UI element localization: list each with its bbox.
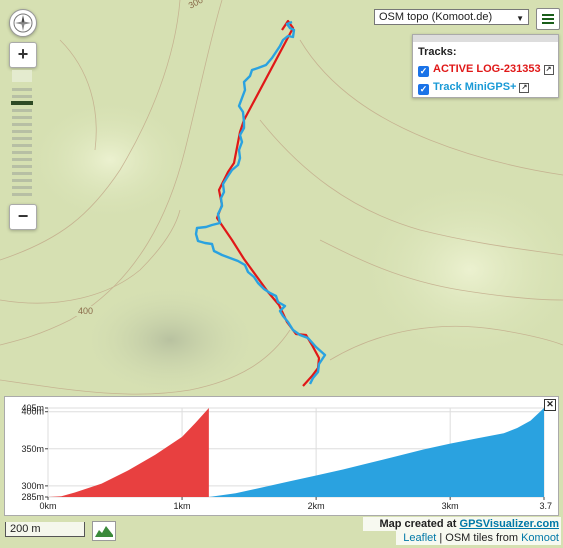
scale-bar: 200 m <box>5 522 85 537</box>
leaflet-link[interactable]: Leaflet <box>403 532 436 544</box>
track-item-active-log[interactable]: ✓ ACTIVE LOG-231353 ↗ <box>418 63 554 77</box>
checkbox-icon[interactable]: ✓ <box>418 84 429 95</box>
track-name: Track MiniGPS+ <box>433 81 517 93</box>
chevron-down-icon: ▼ <box>516 14 524 23</box>
close-icon[interactable]: ✕ <box>544 399 556 411</box>
elevation-profile-panel: 405m 400m 350m 300m 285m 0km 1km 2km 3km 3.7 ✕ <box>4 396 559 516</box>
zoom-level-indicator[interactable] <box>11 101 33 105</box>
external-link-icon[interactable]: ↗ <box>543 65 554 75</box>
tracks-legend: Tracks: ✓ ACTIVE LOG-231353 ↗ ✓ Track MiniG… <box>412 34 559 98</box>
external-link-icon[interactable]: ↗ <box>519 83 530 93</box>
x-tick-label: 3.7 <box>539 501 552 511</box>
y-tick-label: 400m <box>21 407 44 417</box>
menu-icon-bar <box>542 22 554 24</box>
zoom-in-button[interactable]: + <box>9 42 37 68</box>
profile-toggle-button[interactable] <box>92 521 116 541</box>
x-tick-label: 1km <box>174 501 191 511</box>
map-attribution: Leaflet | OSM tiles from Komoot <box>396 531 561 545</box>
x-tick-label: 2km <box>308 501 325 511</box>
basemap-select[interactable]: OSM topo (Komoot.de) ▼ <box>374 9 529 25</box>
svg-text:400: 400 <box>78 306 93 316</box>
gpsvisualizer-link[interactable]: GPSVisualizer.com <box>460 518 559 530</box>
compass-button[interactable] <box>9 9 37 37</box>
elevation-chart: 405m400m350m300m285m 0km 1km 2km 3km 3.7 <box>21 403 552 511</box>
komoot-link[interactable]: Komoot <box>521 532 559 544</box>
checkbox-icon[interactable]: ✓ <box>418 66 429 77</box>
menu-button[interactable] <box>536 8 560 30</box>
basemap-selected-value: OSM topo (Komoot.de) <box>379 11 493 23</box>
credit-text: Map created at <box>379 518 460 530</box>
zoom-out-button[interactable]: − <box>9 204 37 230</box>
compass-icon <box>13 13 33 33</box>
legend-drag-handle[interactable] <box>413 35 558 42</box>
track-item-minigps[interactable]: ✓ Track MiniGPS+ ↗ <box>418 81 530 95</box>
y-tick-label: 350m <box>21 444 44 454</box>
y-tick-label: 300m <box>21 481 44 491</box>
x-tick-label: 0km <box>39 501 56 511</box>
track-name: ACTIVE LOG-231353 <box>433 63 541 75</box>
map-credit: Map created at GPSVisualizer.com <box>363 517 561 531</box>
menu-icon-bar <box>542 18 554 20</box>
x-tick-label: 3km <box>442 501 459 511</box>
attribution-text: | OSM tiles from <box>436 532 522 544</box>
tracks-title: Tracks: <box>418 46 457 58</box>
menu-icon <box>542 14 554 16</box>
zoom-slider[interactable] <box>11 70 33 200</box>
elevation-profile-icon <box>95 526 113 537</box>
